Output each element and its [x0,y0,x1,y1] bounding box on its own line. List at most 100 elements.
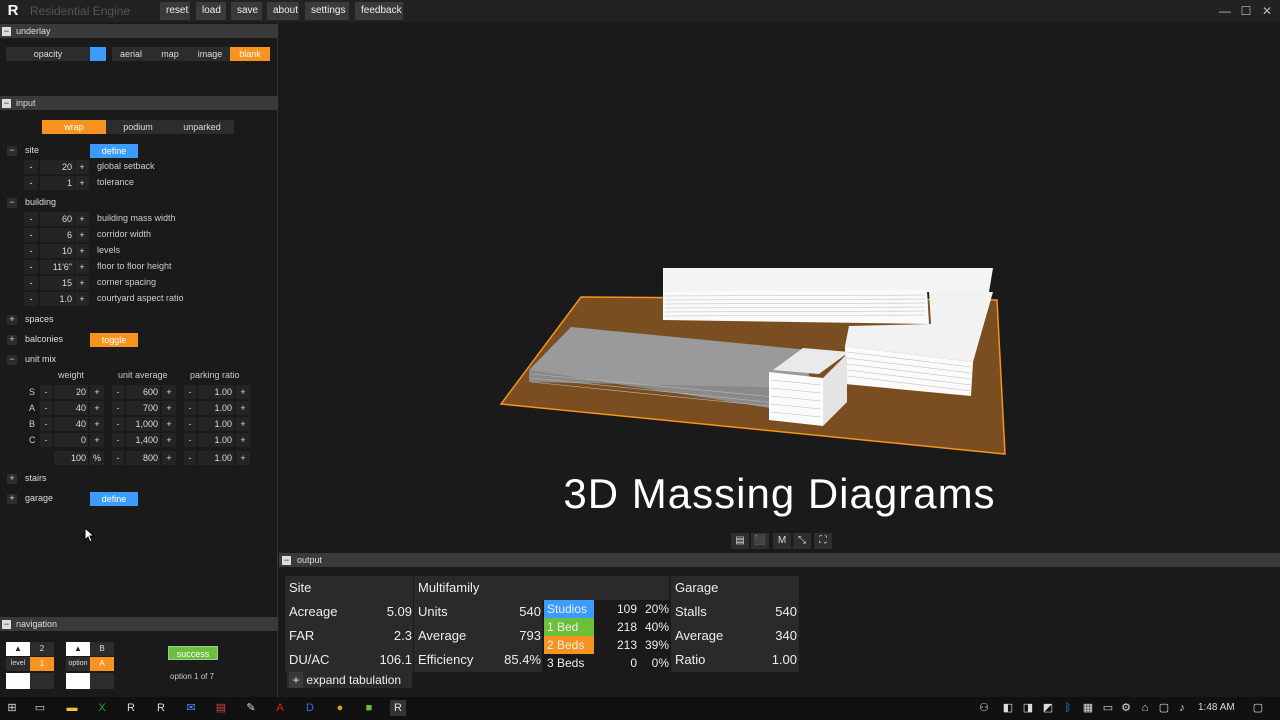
close-icon[interactable]: ✕ [1258,3,1276,19]
expand-icon[interactable]: + [7,474,17,484]
weight-plus[interactable]: + [90,417,104,431]
network-icon[interactable]: ⌂ [1137,700,1153,716]
3d-viewport[interactable]: 3D Massing Diagrams ▤ ⬛ M ⤡ ⛶ [279,22,1280,552]
building-param-plus[interactable]: + [75,228,89,242]
weight-minus[interactable]: - [40,417,52,431]
parking-value[interactable]: 1.00 [198,385,234,399]
avg-plus[interactable]: + [162,385,176,399]
resize-icon[interactable]: ⤡ [793,533,811,549]
weight-plus[interactable]: + [90,433,104,447]
stairs-section[interactable]: + stairs [7,472,47,485]
weight-minus[interactable]: - [40,385,52,399]
parking-value[interactable]: 1.00 [198,417,234,431]
residential-engine-taskbar-icon[interactable]: R [390,700,406,716]
parking-plus[interactable]: + [236,385,250,399]
underlay-image[interactable]: image [190,47,230,61]
folder-icon[interactable]: ▬ [64,700,80,716]
tray-icon-1[interactable]: ◧ [1000,700,1016,716]
avg-plus[interactable]: + [162,401,176,415]
underlay-map[interactable]: map [150,47,190,61]
avg-value[interactable]: 700 [126,401,160,415]
expand-tabulation[interactable]: + expand tabulation [287,672,412,688]
avg-minus[interactable]: - [112,433,124,447]
collapse-icon[interactable]: − [2,99,11,108]
weight-value[interactable]: 40 [54,417,88,431]
site-define-button[interactable]: define [90,144,138,158]
excel-icon[interactable]: X [94,700,110,716]
expand-icon[interactable]: + [7,494,17,504]
about-button[interactable]: about [267,2,299,20]
collapse-icon[interactable]: − [2,27,11,36]
type-unparked[interactable]: unparked [170,120,234,134]
weight-plus[interactable]: + [90,401,104,415]
mail-icon[interactable]: ✉ [183,700,199,716]
tray-icon-7[interactable]: ▢ [1156,700,1172,716]
type-wrap[interactable]: wrap [42,120,106,134]
avg-plus[interactable]: + [162,417,176,431]
avg-minus[interactable]: - [112,417,124,431]
app-r2-icon[interactable]: R [153,700,169,716]
opacity-slider[interactable] [90,47,106,61]
pen-icon[interactable]: ✎ [243,700,259,716]
parking-minus[interactable]: - [184,417,196,431]
parking-minus[interactable]: - [184,433,196,447]
settings-button[interactable]: settings [305,2,349,20]
collapse-icon[interactable]: − [7,355,17,365]
building-param-minus[interactable]: - [24,228,38,242]
collapse-icon[interactable]: − [7,146,17,156]
site-param-value[interactable]: 1 [40,176,74,190]
fullscreen-icon[interactable]: ⛶ [814,533,832,549]
level-up-button[interactable]: ▲ [6,642,30,656]
app-r-icon[interactable]: R [123,700,139,716]
tray-icon-3[interactable]: ◩ [1040,700,1056,716]
collapse-icon[interactable]: − [7,198,17,208]
weight-minus[interactable]: - [40,433,52,447]
option-next[interactable]: B [90,642,114,656]
building-param-plus[interactable]: + [75,260,89,274]
level-next[interactable]: 2 [30,642,54,656]
spaces-section[interactable]: + spaces [7,313,54,326]
weight-plus[interactable]: + [90,385,104,399]
mass-view-icon[interactable]: M [773,533,791,549]
parking-minus[interactable]: - [184,401,196,415]
building-param-value[interactable]: 6 [40,228,74,242]
building-param-plus[interactable]: + [75,292,89,306]
output-header[interactable]: − output [279,553,1280,567]
building-param-minus[interactable]: - [24,212,38,226]
tray-icon-2[interactable]: ◨ [1020,700,1036,716]
chrome-icon[interactable]: ● [332,700,348,716]
avg-value[interactable]: 600 [126,385,160,399]
underlay-header[interactable]: − underlay [0,24,278,38]
tray-icon-4[interactable]: ▦ [1080,700,1096,716]
avg-minus[interactable]: - [112,385,124,399]
minimize-icon[interactable]: — [1216,3,1234,19]
building-param-minus[interactable]: - [24,244,38,258]
balconies-section[interactable]: + balconies [7,333,63,346]
site-param-plus[interactable]: + [75,160,89,174]
building-param-minus[interactable]: - [24,260,38,274]
load-button[interactable]: load [196,2,226,20]
building-section[interactable]: − building [7,196,56,209]
building-param-value[interactable]: 15 [40,276,74,290]
type-podium[interactable]: podium [106,120,170,134]
people-icon[interactable]: ⚇ [976,700,992,716]
input-header[interactable]: − input [0,96,278,110]
clock[interactable]: 1:48 AM [1198,702,1235,713]
parking-value[interactable]: 1.00 [198,401,234,415]
collapse-icon[interactable]: − [2,620,11,629]
building-param-value[interactable]: 10 [40,244,74,258]
option-up-button[interactable]: ▲ [66,642,90,656]
unit-mix-section[interactable]: − unit mix [7,353,56,366]
3d-view-icon[interactable]: ⬛ [751,533,769,549]
notification-icon[interactable]: ▢ [1250,700,1266,716]
expand-icon[interactable]: + [7,315,17,325]
building-param-value[interactable]: 11'6" [40,260,74,274]
volume-icon[interactable]: ♪ [1174,700,1190,716]
tray-icon-5[interactable]: ▭ [1100,700,1116,716]
site-param-value[interactable]: 20 [40,160,74,174]
avg-minus[interactable]: - [112,401,124,415]
reset-button[interactable]: reset [160,2,190,20]
bluetooth-icon[interactable]: ᛒ [1060,700,1076,716]
avg-total-minus[interactable]: - [112,451,124,465]
parking-value[interactable]: 1.00 [198,433,234,447]
